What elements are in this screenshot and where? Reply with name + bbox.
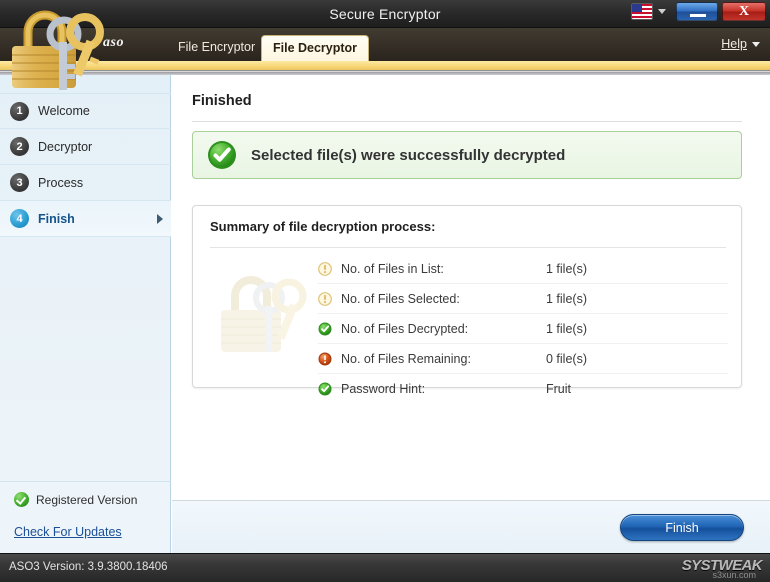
table-row: No. of Files Selected: 1 file(s) bbox=[318, 284, 728, 314]
tab-strip: aso File Encryptor File Decryptor Help bbox=[0, 28, 770, 61]
row-label: No. of Files Remaining: bbox=[341, 351, 471, 366]
step-navigation-list: 1 Welcome 2 Decryptor 3 Process 4 Finish bbox=[0, 93, 171, 237]
minimize-button[interactable] bbox=[676, 2, 718, 21]
chevron-down-icon bbox=[752, 41, 760, 47]
success-message: Selected file(s) were successfully decry… bbox=[251, 146, 566, 164]
success-icon bbox=[14, 492, 29, 507]
sidebar: 1 Welcome 2 Decryptor 3 Process 4 Finish bbox=[0, 75, 171, 553]
main-body: 1 Welcome 2 Decryptor 3 Process 4 Finish bbox=[0, 75, 770, 553]
row-label: No. of Files in List: bbox=[341, 261, 444, 276]
summary-panel: Summary of file decryption process: No. … bbox=[192, 205, 742, 396]
summary-divider bbox=[210, 247, 726, 248]
status-bar: ASO3 Version: 3.9.3800.18406 SYSTWEAK s3… bbox=[0, 553, 770, 582]
step-number-badge: 2 bbox=[10, 137, 29, 156]
sidebar-footer: Registered Version Check For Updates bbox=[0, 481, 171, 553]
padlock-key-watermark-icon bbox=[211, 260, 316, 360]
help-menu-label: Help bbox=[721, 37, 747, 51]
summary-title: Summary of file decryption process: bbox=[210, 219, 436, 234]
chevron-right-icon bbox=[157, 213, 163, 224]
step-number-badge: 3 bbox=[10, 173, 29, 192]
table-row: Password Hint: Fruit bbox=[318, 374, 728, 404]
row-value: 0 file(s) bbox=[546, 351, 587, 366]
language-flag-icon[interactable] bbox=[631, 3, 653, 20]
table-row: No. of Files in List: 1 file(s) bbox=[318, 254, 728, 284]
content-pane: Finished Selected file(s) were successfu… bbox=[172, 75, 770, 553]
row-value: 1 file(s) bbox=[546, 321, 587, 336]
help-menu[interactable]: Help bbox=[721, 37, 760, 51]
sidebar-item-label: Decryptor bbox=[38, 139, 93, 154]
info-icon bbox=[318, 291, 332, 306]
success-banner: Selected file(s) were successfully decry… bbox=[192, 131, 742, 179]
step-number-badge: 4 bbox=[10, 209, 29, 228]
registered-label: Registered Version bbox=[36, 492, 138, 507]
sidebar-item-label: Welcome bbox=[38, 104, 90, 118]
tab-file-encryptor[interactable]: File Encryptor bbox=[167, 35, 266, 61]
version-text: ASO3 Version: 3.9.3800.18406 bbox=[9, 561, 168, 573]
chevron-down-icon[interactable] bbox=[658, 9, 666, 14]
row-value: 1 file(s) bbox=[546, 291, 587, 306]
step-number-badge: 1 bbox=[10, 101, 29, 121]
sidebar-item-label: Process bbox=[38, 175, 84, 190]
finish-button[interactable]: Finish bbox=[620, 514, 744, 541]
application-window: Secure Encryptor X aso File Encryptor Fi… bbox=[0, 0, 770, 582]
success-icon bbox=[208, 141, 236, 169]
row-value: Fruit bbox=[546, 382, 571, 396]
sidebar-item-process[interactable]: 3 Process bbox=[0, 165, 171, 201]
info-icon bbox=[318, 261, 332, 276]
success-icon bbox=[318, 382, 332, 396]
row-label: Password Hint: bbox=[341, 382, 426, 396]
table-row: No. of Files Decrypted: 1 file(s) bbox=[318, 314, 728, 344]
title-bar: Secure Encryptor X bbox=[0, 0, 770, 28]
check-for-updates-link[interactable]: Check For Updates bbox=[14, 525, 171, 539]
alert-icon bbox=[318, 352, 332, 366]
footer-bar: Finish bbox=[172, 501, 770, 553]
flag-canton bbox=[632, 4, 642, 12]
sidebar-item-decryptor[interactable]: 2 Decryptor bbox=[0, 129, 171, 165]
close-icon: X bbox=[738, 4, 750, 19]
title-divider bbox=[192, 121, 742, 122]
row-label: No. of Files Selected: bbox=[341, 291, 460, 306]
watermark-text: s3xun.com bbox=[712, 570, 756, 580]
gold-divider-band bbox=[0, 61, 770, 71]
row-label: No. of Files Decrypted: bbox=[341, 321, 469, 336]
page-title: Finished bbox=[192, 93, 252, 109]
sidebar-item-finish[interactable]: 4 Finish bbox=[0, 201, 171, 237]
summary-rows: No. of Files in List: 1 file(s) No. of F… bbox=[318, 254, 728, 404]
brand-logo-text: aso bbox=[103, 35, 124, 50]
tab-file-decryptor[interactable]: File Decryptor bbox=[261, 35, 370, 61]
close-button[interactable]: X bbox=[722, 2, 766, 21]
registered-status: Registered Version bbox=[14, 492, 171, 507]
window-controls: X bbox=[631, 2, 766, 21]
sidebar-item-label: Finish bbox=[38, 211, 75, 226]
table-row: No. of Files Remaining: 0 file(s) bbox=[318, 344, 728, 374]
row-value: 1 file(s) bbox=[546, 261, 587, 276]
sidebar-item-welcome[interactable]: 1 Welcome bbox=[0, 93, 171, 129]
success-icon bbox=[318, 322, 332, 336]
